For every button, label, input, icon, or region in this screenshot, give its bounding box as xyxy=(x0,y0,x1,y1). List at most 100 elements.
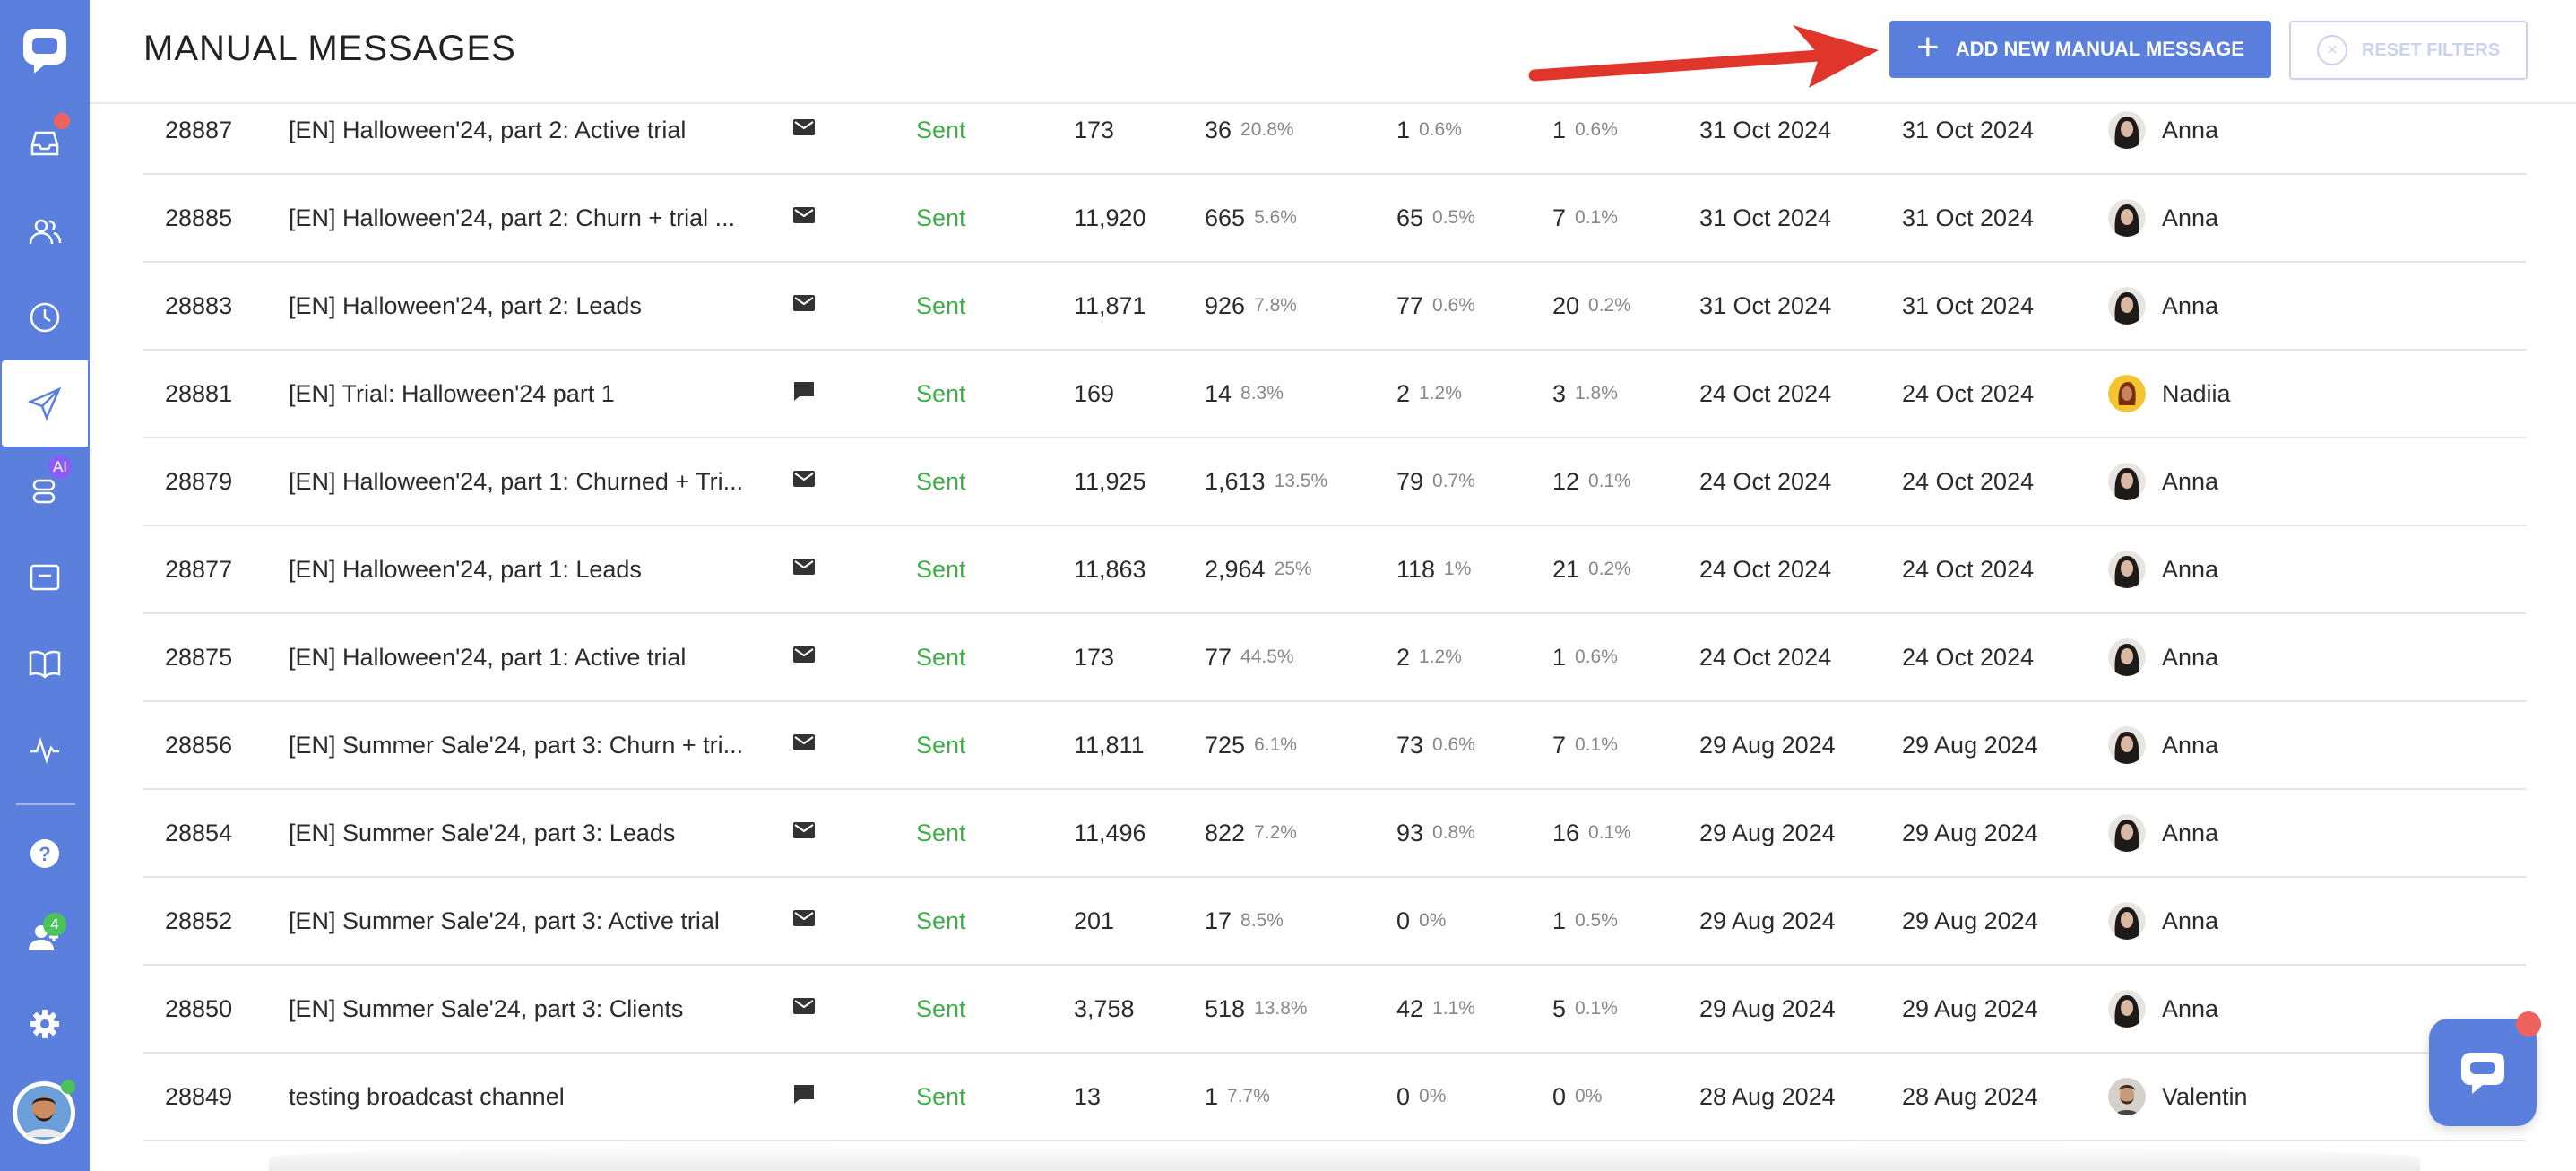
email-icon xyxy=(792,906,816,936)
author: Anna xyxy=(2108,966,2218,1052)
author: Anna xyxy=(2108,702,2218,788)
sent-date: 29 Aug 2024 xyxy=(1902,819,2038,846)
sent-count: 11,925 xyxy=(1074,467,1146,495)
table-row[interactable]: 28885 [EN] Halloween'24, part 2: Churn +… xyxy=(143,175,2526,263)
message-name[interactable]: [EN] Halloween'24, part 1: Active trial xyxy=(289,614,686,700)
author: Anna xyxy=(2108,790,2218,876)
activity-icon xyxy=(30,736,59,764)
sidebar: AI ? 4 xyxy=(0,0,90,1171)
table-row[interactable]: 28849 testing broadcast channel Sent 13 … xyxy=(143,1054,2526,1141)
replied-stat: 20 0.2% xyxy=(1552,291,1631,319)
chat-notification-dot xyxy=(2516,1011,2541,1037)
email-icon xyxy=(792,731,816,760)
table-row[interactable]: 28850 [EN] Summer Sale'24, part 3: Clien… xyxy=(143,966,2526,1054)
opened-stat: 36 20.8% xyxy=(1205,116,1294,143)
chat-widget-button[interactable] xyxy=(2429,1019,2537,1126)
author-avatar xyxy=(2108,638,2162,676)
sidebar-item-knowledge-base[interactable] xyxy=(0,620,90,707)
clicked-stat: 73 0.6% xyxy=(1396,731,1475,759)
email-icon xyxy=(793,118,815,135)
sent-count: 11,920 xyxy=(1074,204,1146,231)
author-avatar xyxy=(2108,287,2146,325)
help-icon: ? xyxy=(30,839,59,868)
created-date: 31 Oct 2024 xyxy=(1699,291,1832,319)
email-icon xyxy=(793,909,815,926)
message-name[interactable]: [EN] Trial: Halloween'24 part 1 xyxy=(289,351,615,437)
bottom-shadow xyxy=(269,1144,2420,1171)
clicked-stat: 2 1.2% xyxy=(1396,379,1462,407)
email-icon xyxy=(792,116,816,145)
sent-date: 31 Oct 2024 xyxy=(1902,291,2035,319)
author: Anna xyxy=(2108,878,2218,964)
author-avatar xyxy=(2108,551,2162,588)
message-name[interactable]: [EN] Summer Sale'24, part 3: Active tria… xyxy=(289,878,720,964)
table-row[interactable]: 28856 [EN] Summer Sale'24, part 3: Churn… xyxy=(143,702,2526,790)
replied-stat: 7 0.1% xyxy=(1552,204,1618,231)
table-row[interactable]: 28883 [EN] Halloween'24, part 2: Leads S… xyxy=(143,263,2526,351)
table-row[interactable]: 28875 [EN] Halloween'24, part 1: Active … xyxy=(143,614,2526,702)
opened-stat: 518 13.8% xyxy=(1205,994,1308,1022)
email-icon xyxy=(792,994,816,1024)
sent-count: 13 xyxy=(1074,1082,1102,1110)
author-avatar xyxy=(2108,726,2162,764)
table-row[interactable]: 28879 [EN] Halloween'24, part 1: Churned… xyxy=(143,438,2526,526)
sidebar-item-widgets[interactable] xyxy=(0,534,90,620)
table-row[interactable]: 28854 [EN] Summer Sale'24, part 3: Leads… xyxy=(143,790,2526,878)
sent-count: 173 xyxy=(1074,643,1115,671)
sidebar-item-ai-bot[interactable] xyxy=(0,447,90,533)
sidebar-item-help[interactable]: ? xyxy=(0,811,90,897)
status-badge: Sent xyxy=(916,467,966,495)
author-avatar xyxy=(2108,111,2162,149)
app-logo-icon[interactable] xyxy=(20,25,70,75)
author-avatar xyxy=(2108,814,2146,852)
sidebar-item-inbox[interactable] xyxy=(0,100,90,186)
author-avatar xyxy=(2108,726,2146,764)
sidebar-item-analytics[interactable] xyxy=(0,707,90,793)
message-name[interactable]: [EN] Halloween'24, part 2: Churn + trial… xyxy=(289,175,735,261)
message-name[interactable]: [EN] Halloween'24, part 1: Leads xyxy=(289,526,642,612)
online-status-dot xyxy=(61,1080,75,1094)
sidebar-item-users[interactable] xyxy=(0,188,90,274)
table-row[interactable]: 28881 [EN] Trial: Halloween'24 part 1 Se… xyxy=(143,351,2526,438)
message-name[interactable]: [EN] Summer Sale'24, part 3: Leads xyxy=(289,790,675,876)
sent-date: 24 Oct 2024 xyxy=(1902,555,2035,583)
channel-icon xyxy=(792,790,816,876)
sent-date: 29 Aug 2024 xyxy=(1902,731,2038,759)
sidebar-item-history[interactable] xyxy=(0,274,90,360)
status-badge: Sent xyxy=(916,291,966,319)
author-avatar xyxy=(2108,990,2162,1028)
clicked-stat: 118 1% xyxy=(1396,555,1472,583)
message-name[interactable]: [EN] Halloween'24, part 2: Leads xyxy=(289,263,642,349)
email-icon xyxy=(793,733,815,750)
opened-stat: 926 7.8% xyxy=(1205,291,1297,319)
opened-stat: 822 7.2% xyxy=(1205,819,1297,846)
sent-date: 28 Aug 2024 xyxy=(1902,1082,2038,1110)
table-row[interactable]: 28852 [EN] Summer Sale'24, part 3: Activ… xyxy=(143,878,2526,966)
sidebar-item-settings[interactable] xyxy=(0,981,90,1067)
replied-stat: 0 0% xyxy=(1552,1082,1603,1110)
author-avatar xyxy=(2108,199,2146,237)
message-name[interactable]: [EN] Summer Sale'24, part 3: Churn + tri… xyxy=(289,702,743,788)
message-name[interactable]: [EN] Summer Sale'24, part 3: Clients xyxy=(289,966,683,1052)
sent-count: 173 xyxy=(1074,116,1115,143)
table-row[interactable]: 28877 [EN] Halloween'24, part 1: Leads S… xyxy=(143,526,2526,614)
sidebar-item-team[interactable] xyxy=(0,895,90,981)
replied-stat: 7 0.1% xyxy=(1552,731,1618,759)
message-name[interactable]: [EN] Halloween'24, part 1: Churned + Tri… xyxy=(289,438,743,525)
message-name[interactable]: [EN] Halloween'24, part 2: Active trial xyxy=(289,87,686,173)
opened-stat: 1,613 13.5% xyxy=(1205,467,1328,495)
created-date: 31 Oct 2024 xyxy=(1699,204,1832,231)
sent-date: 29 Aug 2024 xyxy=(1902,906,2038,934)
channel-icon xyxy=(792,438,816,525)
message-id: 28875 xyxy=(165,643,233,671)
email-icon xyxy=(793,646,815,663)
table-row[interactable]: 28887 [EN] Halloween'24, part 2: Active … xyxy=(143,48,2526,175)
sidebar-item-messages[interactable] xyxy=(2,360,88,447)
message-name[interactable]: testing broadcast channel xyxy=(289,1054,565,1140)
message-id: 28854 xyxy=(165,819,233,846)
created-date: 29 Aug 2024 xyxy=(1699,819,1836,846)
message-id: 28856 xyxy=(165,731,233,759)
email-icon xyxy=(792,555,816,585)
clicked-stat: 0 0% xyxy=(1396,906,1447,934)
sent-count: 201 xyxy=(1074,906,1115,934)
